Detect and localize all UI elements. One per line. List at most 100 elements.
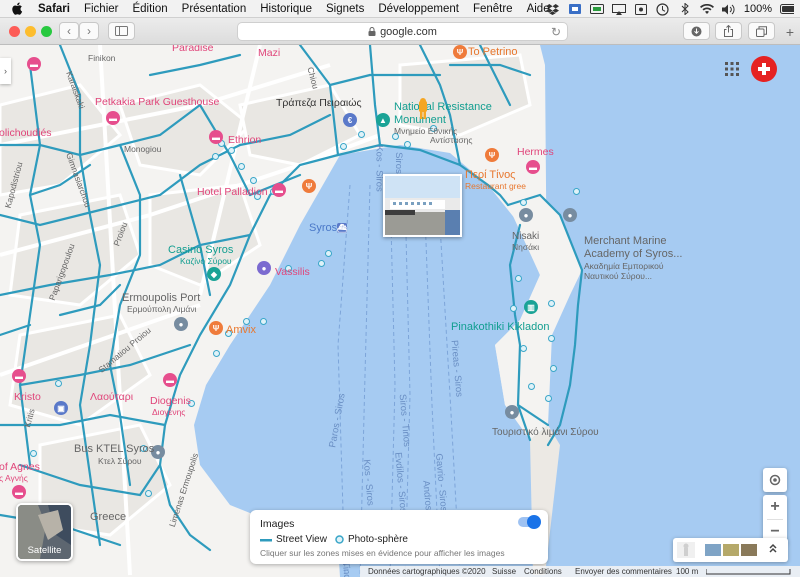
label-national-resistance-greek-2: Αντίστασης xyxy=(430,135,473,145)
restaurant-pin-icon[interactable]: Ψ xyxy=(302,179,316,193)
museum-pin-icon[interactable]: ▥ xyxy=(524,300,538,314)
menu-developpement[interactable]: Développement xyxy=(378,3,459,15)
menu-signets[interactable]: Signets xyxy=(326,3,364,15)
hotel-pin-icon[interactable]: ▬ xyxy=(27,57,41,71)
monument-pin-icon[interactable]: ▲ xyxy=(376,113,390,127)
my-location-button[interactable] xyxy=(763,468,787,492)
google-apps-icon[interactable] xyxy=(724,61,740,77)
hotel-pin-icon[interactable]: ▬ xyxy=(272,183,286,197)
hotel-pin-icon[interactable]: ▬ xyxy=(163,373,177,387)
app-status-icon[interactable] xyxy=(568,3,582,15)
notification-icon[interactable] xyxy=(634,3,648,15)
photo-sphere-spot[interactable] xyxy=(515,275,522,282)
footer-country[interactable]: Suisse xyxy=(492,567,516,576)
menu-presentation[interactable]: Présentation xyxy=(182,3,247,15)
photo-sphere-spot[interactable] xyxy=(228,147,235,154)
minimize-window-button[interactable] xyxy=(25,26,36,37)
hotel-pin-icon[interactable]: ▬ xyxy=(12,485,26,499)
hotel-pin-icon[interactable]: ▬ xyxy=(12,369,26,383)
photo-sphere-spot[interactable] xyxy=(550,365,557,372)
menu-historique[interactable]: Historique xyxy=(260,3,312,15)
hotel-pin-icon[interactable]: ▬ xyxy=(209,130,223,144)
side-panel-toggle[interactable]: › xyxy=(0,58,11,84)
place-marker-icon[interactable]: ● xyxy=(519,208,533,222)
images-toggle[interactable] xyxy=(518,515,541,529)
photo-sphere-spot[interactable] xyxy=(260,318,267,325)
place-marker-icon[interactable]: ● xyxy=(505,405,519,419)
back-button[interactable]: ‹ xyxy=(59,22,79,40)
volume-icon[interactable] xyxy=(722,3,736,15)
photo-sphere-spot[interactable] xyxy=(238,163,245,170)
forward-button[interactable]: › xyxy=(79,22,99,40)
zoom-in-button[interactable]: + xyxy=(763,495,787,519)
restaurant-pin-icon[interactable]: Ψ xyxy=(209,321,223,335)
photo-sphere-spot[interactable] xyxy=(55,380,62,387)
street-view-preview[interactable] xyxy=(383,174,462,237)
time-machine-icon[interactable] xyxy=(656,2,670,16)
downloads-button[interactable] xyxy=(683,22,710,40)
photo-sphere-spot[interactable] xyxy=(145,490,152,497)
menu-app-name[interactable]: Safari xyxy=(38,3,70,15)
label-lagkatari: Λαούταρι xyxy=(90,391,134,403)
photo-sphere-spot[interactable] xyxy=(213,350,220,357)
share-icon xyxy=(724,25,733,37)
share-button[interactable] xyxy=(715,22,742,40)
hotel-pin-icon[interactable]: ▬ xyxy=(526,160,540,174)
battery-app-icon[interactable] xyxy=(589,3,604,15)
casino-pin-icon[interactable]: ◆ xyxy=(207,267,221,281)
place-marker-icon[interactable]: ● xyxy=(563,208,577,222)
photo-sphere-spot[interactable] xyxy=(325,250,332,257)
footer-scale[interactable]: 100 m xyxy=(676,567,698,576)
menu-fenetre[interactable]: Fenêtre xyxy=(473,3,513,15)
ferry-pin-icon[interactable]: ⛴ xyxy=(337,223,347,233)
restaurant-pin-icon[interactable]: Ψ xyxy=(453,45,467,59)
tabs-overview-button[interactable] xyxy=(748,22,775,40)
photo-sphere-spot[interactable] xyxy=(358,131,365,138)
photo-sphere-spot[interactable] xyxy=(573,188,580,195)
pegman-icon[interactable] xyxy=(418,98,428,120)
place-marker-icon[interactable]: ● xyxy=(174,317,188,331)
images-legend: Street View Photo-sphère xyxy=(260,534,408,545)
dropbox-icon[interactable] xyxy=(546,3,560,15)
photo-sphere-spot[interactable] xyxy=(520,345,527,352)
photo-sphere-spot[interactable] xyxy=(250,177,257,184)
label-academy: Academy of Syros... xyxy=(584,248,683,260)
store-pin-icon[interactable]: ● xyxy=(257,261,271,275)
photo-sphere-spot[interactable] xyxy=(548,300,555,307)
address-bar[interactable]: google.com ↻ xyxy=(237,22,568,41)
restaurant-pin-icon[interactable]: Ψ xyxy=(485,148,499,162)
photo-sphere-spot[interactable] xyxy=(545,395,552,402)
photo-sphere-spot[interactable] xyxy=(212,153,219,160)
hotel-pin-icon[interactable]: ▬ xyxy=(106,111,120,125)
close-window-button[interactable] xyxy=(9,26,20,37)
photo-sphere-spot[interactable] xyxy=(318,260,325,267)
photo-sphere-spot[interactable] xyxy=(528,383,535,390)
photo-sphere-spot[interactable] xyxy=(548,335,555,342)
satellite-layer-button[interactable]: Satellite xyxy=(16,503,73,561)
footer-conditions[interactable]: Conditions xyxy=(524,567,562,576)
photo-sphere-spot[interactable] xyxy=(520,199,527,206)
shopping-pin-icon[interactable]: ▣ xyxy=(54,401,68,415)
airplay-icon[interactable] xyxy=(611,3,626,15)
apple-icon[interactable] xyxy=(12,2,26,16)
wifi-icon[interactable] xyxy=(699,3,714,15)
menu-fichier[interactable]: Fichier xyxy=(84,3,119,15)
pegman-small-icon xyxy=(683,543,689,556)
label-merchant-greek-2: Ναυτικού Σύρου... xyxy=(584,271,653,281)
bluetooth-icon[interactable] xyxy=(678,3,692,15)
menu-edition[interactable]: Édition xyxy=(132,3,167,15)
new-tab-button[interactable]: + xyxy=(786,24,794,40)
map-view[interactable]: ▬ ▬ ▬ ▬ ▬ ▬ ▬ ▬ Ψ Ψ Ψ Ψ € ▣ ▲ ◆ ▥ ● ● ● … xyxy=(0,45,800,577)
footer-feedback[interactable]: Envoyer des commentaires xyxy=(575,567,672,576)
bank-pin-icon[interactable]: € xyxy=(343,113,357,127)
profile-avatar[interactable] xyxy=(751,56,777,82)
photo-sphere-spot[interactable] xyxy=(340,143,347,150)
photo-sphere-spot[interactable] xyxy=(30,450,37,457)
zoom-window-button[interactable] xyxy=(41,26,52,37)
battery-icon[interactable] xyxy=(780,3,794,15)
photo-sphere-spot[interactable] xyxy=(404,141,411,148)
reload-icon[interactable]: ↻ xyxy=(551,25,561,39)
photo-sphere-spot[interactable] xyxy=(510,305,517,312)
imagery-strip[interactable] xyxy=(673,538,788,562)
sidebar-button[interactable] xyxy=(108,22,135,40)
